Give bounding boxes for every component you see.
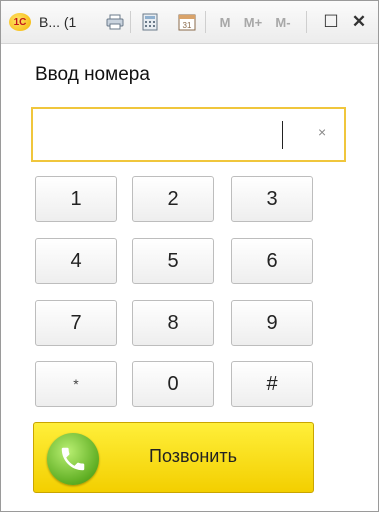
key-5[interactable]: 5	[132, 238, 214, 284]
calendar-day-label: 31	[183, 21, 192, 30]
key-0[interactable]: 0	[132, 361, 214, 407]
key-7[interactable]: 7	[35, 300, 117, 346]
calculator-icon[interactable]	[140, 12, 160, 32]
maximize-icon[interactable]: ☐	[321, 12, 341, 32]
key-3[interactable]: 3	[231, 176, 313, 222]
key-9[interactable]: 9	[231, 300, 313, 346]
key-star[interactable]: *	[35, 361, 117, 407]
close-icon[interactable]: ✕	[349, 12, 369, 32]
phone-number-input[interactable]: ×	[31, 107, 346, 162]
key-4[interactable]: 4	[35, 238, 117, 284]
memory-button-m[interactable]: M	[217, 12, 233, 32]
toolbar-separator	[306, 11, 307, 33]
toolbar-separator	[205, 11, 206, 33]
calendar-icon[interactable]: 31	[177, 12, 197, 32]
key-hash[interactable]: #	[231, 361, 313, 407]
print-icon[interactable]	[105, 12, 125, 32]
memory-button-m-plus[interactable]: M+	[241, 12, 265, 32]
title-bar: 1С В... (1 31 M M+ M- ☐ ✕	[1, 1, 378, 44]
window-title: В... (1	[39, 14, 77, 30]
clear-icon[interactable]: ×	[318, 124, 326, 140]
key-2[interactable]: 2	[132, 176, 214, 222]
call-button-label: Позвонить	[149, 446, 237, 466]
call-button[interactable]: Позвонить	[33, 422, 314, 493]
app-logo-icon: 1С	[9, 13, 31, 31]
text-caret	[282, 121, 283, 149]
toolbar-separator	[130, 11, 131, 33]
key-6[interactable]: 6	[231, 238, 313, 284]
key-1[interactable]: 1	[35, 176, 117, 222]
phone-icon	[47, 433, 99, 485]
key-8[interactable]: 8	[132, 300, 214, 346]
page-title: Ввод номера	[35, 64, 150, 85]
memory-button-m-minus[interactable]: M-	[271, 12, 295, 32]
phone-dial-window: 1С В... (1 31 M M+ M- ☐ ✕ Ввод номера × …	[0, 0, 379, 512]
